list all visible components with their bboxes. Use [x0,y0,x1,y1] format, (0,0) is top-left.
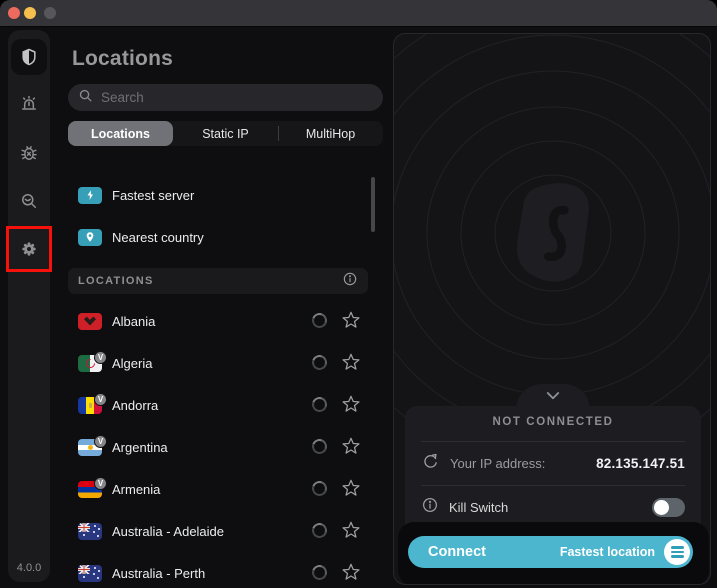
location-pin-icon [78,228,102,246]
favorite-star-icon[interactable] [341,352,361,377]
sidebar-item-antivirus[interactable] [8,143,50,163]
connect-label: Connect [428,544,486,560]
connect-card: Connect Fastest location [398,522,709,584]
country-name: Albania [112,313,156,329]
favorite-star-icon[interactable] [341,436,361,461]
country-row-armenia[interactable]: V Armenia [68,468,368,510]
search-icon [78,88,93,108]
siren-icon [19,95,39,115]
latency-indicator [309,520,330,541]
kill-switch-toggle[interactable] [652,498,685,517]
country-name: Andorra [112,397,159,413]
flag-australia: V [78,522,102,540]
latency-indicator [309,310,330,331]
country-row-argentina[interactable]: V Argentina [68,426,368,468]
connect-button[interactable]: Connect Fastest location [408,536,693,568]
minimize-button[interactable] [24,7,36,19]
tab-divider [278,126,279,141]
info-icon[interactable] [342,271,358,292]
surfshark-window: 4.0.0 Locations Locations Static IP Mult… [0,0,717,588]
flag-albania: V [78,312,102,330]
latency-indicator [309,352,330,373]
info-icon[interactable] [421,496,439,519]
chevron-down-icon [546,392,560,400]
country-row-albania[interactable]: V Albania [68,300,368,342]
status-card: NOT CONNECTED Your IP address: 82.135.14… [405,406,701,540]
country-name: Australia - Perth [112,565,206,581]
country-row-andorra[interactable]: V Andorra [68,384,368,426]
virtual-badge: V [94,434,107,448]
flag-algeria: V [78,350,107,372]
location-tabs: Locations Static IP MultiHop [68,121,383,146]
virtual-badge: V [94,392,107,406]
country-row-algeria[interactable]: V Algeria [68,342,368,384]
flag-argentina: V [78,434,107,456]
favorite-star-icon[interactable] [341,478,361,503]
favorite-star-icon[interactable] [341,394,361,419]
country-name: Algeria [112,355,153,371]
country-name: Australia - Adelaide [112,523,225,539]
kill-switch-label: Kill Switch [449,500,509,515]
toggle-knob [654,500,669,515]
app-version: 4.0.0 [16,562,42,574]
list-item-fastest-server[interactable]: Fastest server [68,174,368,216]
latency-indicator [309,478,330,499]
virtual-badge: V [94,476,107,490]
locations-section-header: LOCATIONS [68,268,368,294]
sidebar-item-vpn[interactable] [8,47,50,67]
bug-icon [19,143,39,163]
sidebar: 4.0.0 [8,30,50,582]
surfshark-logo [516,183,589,282]
connection-panel: NOT CONNECTED Your IP address: 82.135.14… [393,33,711,585]
list-item-label: Nearest country [112,229,204,245]
latency-indicator [309,394,330,415]
favorite-star-icon[interactable] [341,520,361,545]
ip-address-label: Your IP address: [450,456,546,471]
hamburger-icon [670,546,684,549]
virtual-badge: V [94,350,107,364]
country-name: Armenia [112,481,161,497]
tab-multihop[interactable]: MultiHop [278,121,383,146]
favorite-star-icon[interactable] [341,562,361,587]
list-item-label: Fastest server [112,187,195,203]
country-row-australia-perth[interactable]: V Australia - Perth [68,552,368,588]
flag-armenia: V [78,476,107,498]
flag-andorra: V [78,392,107,414]
ip-address-value: 82.135.147.51 [596,456,685,471]
country-row-australia-adelaide[interactable]: V Australia - Adelaide [68,510,368,552]
page-title: Locations [72,47,173,70]
gear-icon [19,239,39,259]
tab-locations[interactable]: Locations [68,121,173,146]
tab-static-ip[interactable]: Static IP [173,121,278,146]
flag-australia: V [78,564,102,582]
search-eye-icon [19,191,39,211]
zoom-button-disabled [44,7,56,19]
ip-address-row: Your IP address: 82.135.147.51 [421,442,685,485]
list-item-nearest-country[interactable]: Nearest country [68,216,368,258]
connect-target-label: Fastest location [559,545,655,559]
latency-indicator [309,562,330,583]
location-menu-button[interactable] [664,539,690,565]
shield-icon [19,47,39,67]
section-label: LOCATIONS [78,275,154,287]
country-name: Argentina [112,439,168,455]
list-scrollbar[interactable] [371,177,375,232]
connection-status: NOT CONNECTED [492,416,614,428]
lightning-icon [78,186,102,204]
search-input[interactable] [101,90,373,105]
sidebar-item-alert[interactable] [8,95,50,115]
sidebar-item-search[interactable] [8,191,50,211]
latency-indicator [309,436,330,457]
sidebar-item-settings[interactable] [8,239,50,259]
title-bar [0,0,717,27]
search-bar[interactable] [68,84,383,111]
refresh-ip-icon[interactable] [421,452,440,476]
close-button[interactable] [8,7,20,19]
favorite-star-icon[interactable] [341,310,361,335]
